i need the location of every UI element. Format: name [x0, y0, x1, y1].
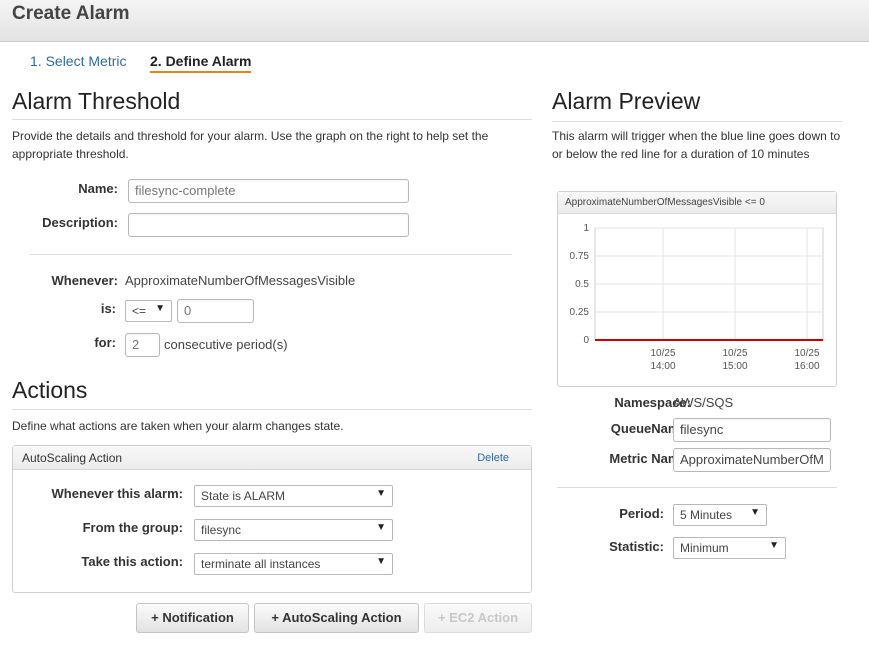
- chevron-down-icon: ▼: [376, 522, 386, 533]
- add-notification-button[interactable]: + Notification: [136, 603, 249, 633]
- namespace-value: AWS/SQS: [673, 395, 734, 410]
- x-tick-time: 15:00: [722, 361, 747, 372]
- actions-heading: Actions: [12, 377, 88, 403]
- operator-value: <=: [132, 304, 147, 318]
- periods-suffix: consecutive period(s): [164, 337, 288, 352]
- chevron-down-icon: ▼: [376, 488, 386, 499]
- x-tick-date: 10/25: [650, 348, 675, 359]
- alarm-chart: ApproximateNumberOfMessagesVisible <= 0 …: [557, 191, 837, 387]
- queuename-label: QueueName:: [610, 421, 691, 436]
- tab-define-alarm[interactable]: 2. Define Alarm: [150, 53, 252, 73]
- whenever-label: Whenever:: [51, 273, 118, 288]
- chevron-down-icon: ▼: [769, 540, 779, 551]
- name-label: Name:: [78, 181, 118, 196]
- periods-input[interactable]: 2: [125, 333, 160, 357]
- is-label: is:: [100, 301, 116, 316]
- alarm-state-select[interactable]: State is ALARM ▼: [194, 485, 393, 507]
- x-tick-date: 10/25: [794, 348, 819, 359]
- operator-select[interactable]: <= ▼: [125, 300, 172, 322]
- metric-name-text: ApproximateNumberOfMessagesVisible: [125, 273, 356, 288]
- metric-name-label: Metric Name:: [609, 451, 691, 466]
- divider: [30, 254, 512, 255]
- alarm-threshold-heading: Alarm Threshold: [12, 88, 181, 114]
- divider: [552, 121, 842, 122]
- chevron-down-icon: ▼: [750, 507, 760, 518]
- statistic-value: Minimum: [680, 541, 729, 555]
- queuename-field[interactable]: filesync: [673, 418, 831, 442]
- actions-description: Define what actions are taken when your …: [12, 419, 344, 433]
- y-tick-label: 0.75: [570, 251, 590, 262]
- threshold-description: Provide the details and threshold for yo…: [12, 129, 489, 161]
- period-label: Period:: [619, 506, 664, 521]
- group-value: filesync: [201, 523, 242, 537]
- chevron-down-icon: ▼: [155, 303, 165, 314]
- x-tick-date: 10/25: [722, 348, 747, 359]
- chevron-down-icon: ▼: [376, 556, 386, 567]
- divider: [12, 119, 532, 120]
- threshold-value-input[interactable]: 0: [177, 299, 254, 323]
- alarm-preview-heading: Alarm Preview: [552, 88, 701, 114]
- delete-link[interactable]: Delete: [477, 452, 509, 464]
- x-tick-time: 14:00: [650, 361, 675, 372]
- action-select[interactable]: terminate all instances ▼: [194, 553, 393, 575]
- period-value: 5 Minutes: [680, 508, 733, 522]
- x-tick-time: 16:00: [794, 361, 819, 372]
- divider: [557, 487, 837, 488]
- take-action-label: Take this action:: [81, 554, 183, 569]
- whenever-alarm-label: Whenever this alarm:: [51, 486, 184, 501]
- chart-plot: 1 0.75 0.5 0.25 0 10/25 14:00 10/25 15:00 10/25 1…: [570, 223, 824, 372]
- divider: [12, 409, 532, 410]
- add-autoscaling-action-button[interactable]: + AutoScaling Action: [254, 603, 419, 633]
- period-select[interactable]: 5 Minutes ▼: [673, 504, 767, 526]
- statistic-label: Statistic:: [609, 539, 664, 554]
- window-header: [0, 0, 869, 42]
- page-title: Create Alarm: [12, 3, 130, 24]
- y-tick-label: 0.25: [570, 307, 590, 318]
- for-label: for:: [94, 335, 116, 350]
- y-tick-label: 0: [583, 335, 589, 346]
- metric-name-field[interactable]: ApproximateNumberOfM: [673, 448, 831, 472]
- namespace-label: Namespace:: [614, 395, 691, 410]
- preview-description: This alarm will trigger when the blue li…: [552, 129, 841, 161]
- y-tick-label: 0.5: [575, 279, 589, 290]
- autoscaling-action-panel: AutoScaling Action Delete Whenever this …: [12, 445, 532, 593]
- add-ec2-action-button[interactable]: + EC2 Action: [424, 603, 532, 633]
- y-tick-label: 1: [583, 223, 589, 234]
- alarm-state-value: State is ALARM: [201, 489, 286, 503]
- group-label: From the group:: [82, 520, 183, 535]
- description-label: Description:: [42, 215, 118, 230]
- statistic-select[interactable]: Minimum ▼: [673, 537, 786, 559]
- action-value: terminate all instances: [201, 557, 321, 571]
- tab-select-metric[interactable]: 1. Select Metric: [30, 53, 126, 69]
- panel-title: AutoScaling Action: [22, 451, 123, 465]
- group-select[interactable]: filesync ▼: [194, 519, 393, 541]
- alarm-description-input[interactable]: [128, 213, 409, 237]
- alarm-name-input[interactable]: filesync-complete: [128, 179, 409, 203]
